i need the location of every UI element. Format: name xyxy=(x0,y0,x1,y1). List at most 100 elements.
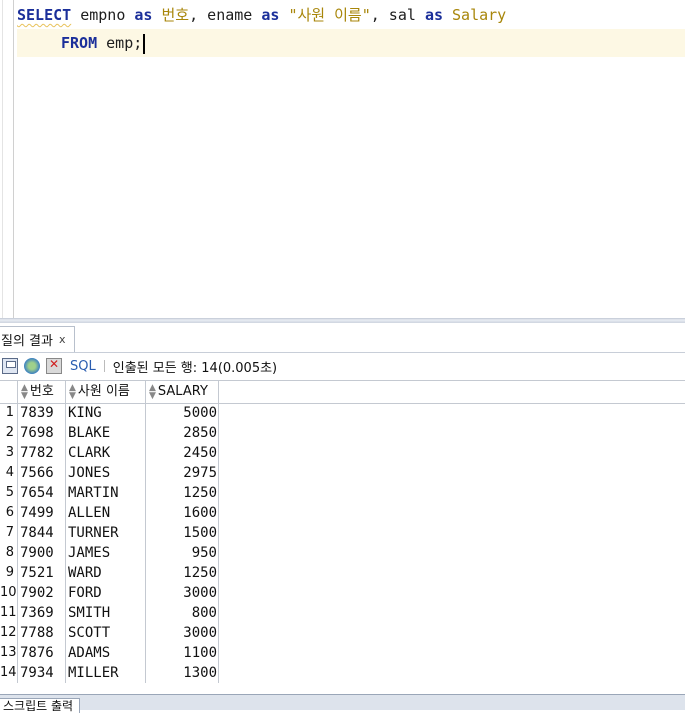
cell-ename: SMITH xyxy=(68,605,111,621)
cancel-query-icon[interactable] xyxy=(46,357,62,374)
table-row[interactable]: 1 7839 KING 5000 xyxy=(0,403,220,423)
row-number: 5 xyxy=(5,485,14,500)
header-col-salary[interactable]: ▲ ▼ SALARY xyxy=(146,381,219,403)
cell-empno: 7698 xyxy=(20,425,54,441)
row-number: 2 xyxy=(5,425,14,440)
header-col-empno[interactable]: ▲ ▼ 번호 xyxy=(18,381,66,403)
cell-empno: 7369 xyxy=(20,605,54,621)
editor-gutter-line xyxy=(13,0,14,318)
table-row[interactable]: 8 7900 JAMES 950 xyxy=(0,543,220,563)
row-number: 12 xyxy=(0,625,17,640)
cell-empno: 7788 xyxy=(20,625,54,641)
cell-salary: 2850 xyxy=(183,425,217,441)
cell-ename: MILLER xyxy=(68,665,119,681)
code-line-2-current[interactable]: FROM emp; xyxy=(17,29,685,57)
cell-empno: 7566 xyxy=(20,465,54,481)
cell-salary: 5000 xyxy=(183,405,217,421)
grid-divider xyxy=(65,402,66,683)
close-icon[interactable]: x xyxy=(59,333,66,346)
cell-ename: ALLEN xyxy=(68,505,111,521)
tab-query-result[interactable]: 질의 결과 x xyxy=(0,326,75,352)
table-row[interactable]: 4 7566 JONES 2975 xyxy=(0,463,220,483)
code-line-1[interactable]: SELECT empno as 번호, ename as "사원 이름", sa… xyxy=(17,1,506,29)
row-number: 10 xyxy=(0,585,17,600)
cell-salary: 1600 xyxy=(183,505,217,521)
table-row[interactable]: 5 7654 MARTIN 1250 xyxy=(0,483,220,503)
result-tabstrip: 질의 결과 x xyxy=(0,323,685,353)
toolbar-separator xyxy=(103,360,105,372)
table-row[interactable]: 13 7876 ADAMS 1100 xyxy=(0,643,220,663)
grid-header: ▲ ▼ 번호 ▲ ▼ 사원 이름 ▲ ▼ SALARY xyxy=(0,380,685,404)
keyword-as: as xyxy=(424,6,443,24)
cell-empno: 7654 xyxy=(20,485,54,501)
cell-empno: 7782 xyxy=(20,445,54,461)
refresh-icon[interactable] xyxy=(24,358,40,374)
table-row[interactable]: 3 7782 CLARK 2450 xyxy=(0,443,220,463)
table-row[interactable]: 10 7902 FORD 3000 xyxy=(0,583,220,603)
cell-empno: 7499 xyxy=(20,505,54,521)
row-number: 11 xyxy=(0,605,17,620)
grid-divider xyxy=(145,402,146,683)
result-toolbar: SQL 인출된 모든 행: 14(0.005초) xyxy=(0,353,685,379)
cell-ename: FORD xyxy=(68,585,102,601)
cell-salary: 1250 xyxy=(183,485,217,501)
header-col-ename[interactable]: ▲ ▼ 사원 이름 xyxy=(66,381,146,403)
cell-ename: MARTIN xyxy=(68,485,119,501)
table-row[interactable]: 7 7844 TURNER 1500 xyxy=(0,523,220,543)
cell-ename: WARD xyxy=(68,565,102,581)
sql-editor[interactable]: SELECT empno as 번호, ename as "사원 이름", sa… xyxy=(0,0,685,320)
alias-text: 번호 xyxy=(152,6,190,24)
table-row[interactable]: 12 7788 SCOTT 3000 xyxy=(0,623,220,643)
cell-ename: ADAMS xyxy=(68,645,111,661)
tab-label: 질의 결과 xyxy=(1,334,53,349)
editor-margin-line xyxy=(2,0,3,318)
row-number: 1 xyxy=(5,405,14,420)
row-number: 6 xyxy=(5,505,14,520)
code-text: emp; xyxy=(97,34,143,52)
sql-button[interactable]: SQL xyxy=(70,359,96,374)
code-text: empno xyxy=(71,6,135,24)
cell-salary: 2450 xyxy=(183,445,217,461)
cell-empno: 7934 xyxy=(20,665,54,681)
code-text: , ename xyxy=(189,6,262,24)
cell-salary: 3000 xyxy=(183,625,217,641)
row-number: 8 xyxy=(5,545,14,560)
grid-divider xyxy=(17,402,18,683)
cell-ename: TURNER xyxy=(68,525,119,541)
cell-salary: 3000 xyxy=(183,585,217,601)
cell-empno: 7900 xyxy=(20,545,54,561)
bottom-panel-bar: 스크립트 출력 xyxy=(0,694,685,713)
print-icon[interactable] xyxy=(2,358,18,374)
cell-salary: 800 xyxy=(191,605,217,621)
fetch-status: 인출된 모든 행: 14(0.005초) xyxy=(112,360,278,376)
table-row[interactable]: 2 7698 BLAKE 2850 xyxy=(0,423,220,443)
sort-icon: ▲ ▼ xyxy=(21,383,28,401)
keyword-from: FROM xyxy=(61,34,98,52)
keyword-select: SELECT xyxy=(17,6,72,24)
code-text: , sal xyxy=(370,6,425,24)
cell-empno: 7521 xyxy=(20,565,54,581)
cell-empno: 7902 xyxy=(20,585,54,601)
alias-string: "사원 이름" xyxy=(279,6,371,24)
cell-salary: 1300 xyxy=(183,665,217,681)
table-row[interactable]: 11 7369 SMITH 800 xyxy=(0,603,220,623)
cell-salary: 1100 xyxy=(183,645,217,661)
tab-script-output[interactable]: 스크립트 출력 xyxy=(0,698,81,713)
keyword-as: as xyxy=(261,6,280,24)
alias-text: Salary xyxy=(443,6,507,24)
text-caret xyxy=(143,33,146,54)
row-number: 9 xyxy=(5,565,14,580)
cell-ename: JAMES xyxy=(68,545,111,561)
table-row[interactable]: 14 7934 MILLER 1300 xyxy=(0,663,220,683)
row-number: 14 xyxy=(0,665,17,680)
cell-ename: CLARK xyxy=(68,445,111,461)
cell-salary: 2975 xyxy=(183,465,217,481)
row-number: 13 xyxy=(0,645,17,660)
cell-ename: KING xyxy=(68,405,102,421)
cell-empno: 7839 xyxy=(20,405,54,421)
row-number: 4 xyxy=(5,465,14,480)
sort-icon: ▲ ▼ xyxy=(149,383,156,401)
cell-empno: 7844 xyxy=(20,525,54,541)
table-row[interactable]: 9 7521 WARD 1250 xyxy=(0,563,220,583)
table-row[interactable]: 6 7499 ALLEN 1600 xyxy=(0,503,220,523)
